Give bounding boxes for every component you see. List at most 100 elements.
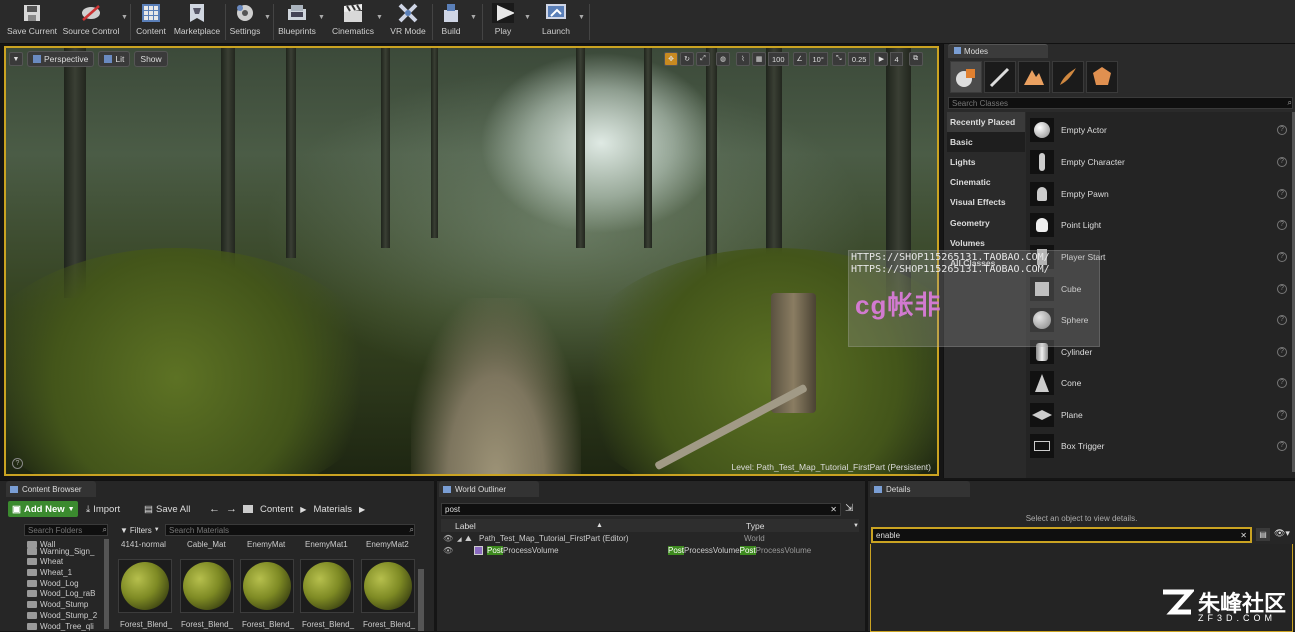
asset-thumbnail[interactable] [240,559,294,613]
help-icon[interactable]: ? [12,458,23,469]
blueprints-dropdown-icon[interactable]: ▼ [318,14,325,21]
folder-item[interactable]: Wheat [27,556,63,566]
perspective-button[interactable]: Perspective [27,51,95,67]
clear-search-icon[interactable]: ✕ [830,505,837,514]
place-item-cone[interactable]: Cone? [1027,367,1293,398]
asset-thumbnail[interactable] [300,559,354,613]
scale-snap-icon[interactable]: ⤡ [831,52,846,66]
expand-arrow-icon[interactable]: ◢ [457,536,462,543]
category-cinematic[interactable]: Cinematic [947,172,1025,192]
category-visual-effects[interactable]: Visual Effects [947,192,1025,212]
eye-view-options-icon[interactable]: 👁▾ [1274,528,1290,539]
place-item-point-light[interactable]: Point Light? [1027,209,1293,240]
folder-item[interactable]: Wood_Stump [27,599,88,609]
add-new-button[interactable]: ▣ Add New ▼ [8,501,78,517]
search-materials-input[interactable]: Search Materials ⌕ [165,524,415,536]
tab-details[interactable]: Details [870,481,970,497]
tab-content-browser[interactable]: Content Browser [6,481,96,497]
rotation-snap-icon[interactable]: ∠ [792,52,807,66]
rotation-snap-value[interactable]: 10° [808,52,828,66]
camera-speed-icon[interactable]: ▶ [874,52,889,66]
details-search-input[interactable]: enable ✕ [871,527,1252,543]
vr-mode-button[interactable]: VR Mode [388,2,428,42]
marketplace-button[interactable]: Marketplace [172,2,222,42]
asset-thumbnail[interactable] [361,559,415,613]
scale-icon[interactable]: ⤢ [696,52,710,66]
folder-scrollbar[interactable] [104,539,109,629]
play-button[interactable]: Play [486,2,520,42]
outliner-row-postprocess[interactable]: 👁 PostProcessVolume PostProcessVolumePos… [441,546,859,557]
folder-item[interactable]: Wood_Stump_2 [27,610,97,620]
geometry-mode-icon[interactable] [1086,61,1118,93]
help-icon[interactable]: ? [1277,156,1287,167]
save-current-button[interactable]: Save Current [6,2,58,42]
level-viewport[interactable]: ▼ Perspective Lit Show ✥ ↻ ⤢ ◍ ⌇ ▦ 100 ∠… [4,46,939,476]
place-item-plane[interactable]: Plane? [1027,399,1293,430]
search-folders-input[interactable]: Search Folders ⌕ [24,524,108,536]
translate-icon[interactable]: ✥ [664,52,678,66]
surface-snap-icon[interactable]: ⌇ [736,52,750,66]
back-arrow-icon[interactable]: ← [209,503,220,515]
rotate-icon[interactable]: ↻ [680,52,694,66]
visibility-eye-icon[interactable]: 👁 [443,534,453,543]
tab-world-outliner[interactable]: World Outliner [439,481,539,497]
settings-button[interactable]: Settings [228,2,262,42]
cinematics-dropdown-icon[interactable]: ▼ [376,14,383,21]
place-item-empty-pawn[interactable]: Empty Pawn? [1027,178,1293,209]
column-type[interactable]: Type [746,521,764,531]
blueprints-button[interactable]: Blueprints [276,2,318,42]
category-lights[interactable]: Lights [947,152,1025,172]
folder-item[interactable]: Warning_Sign_ [27,546,94,556]
category-basic[interactable]: Basic [947,132,1025,152]
grid-snap-icon[interactable]: ▦ [752,52,766,66]
build-button[interactable]: Build [435,2,467,42]
launch-dropdown-icon[interactable]: ▼ [578,14,585,21]
property-matrix-icon[interactable]: ▤ [1256,528,1270,541]
search-classes-input[interactable]: Search Classes ⌕ [948,97,1293,109]
source-control-dropdown-icon[interactable]: ▼ [121,14,128,21]
help-icon[interactable]: ? [1277,251,1287,262]
paint-mode-icon[interactable] [984,61,1016,93]
help-icon[interactable]: ? [1277,314,1287,325]
import-button[interactable]: ⤓ Import [86,501,120,517]
world-space-icon[interactable]: ◍ [716,52,730,66]
help-icon[interactable]: ? [1277,440,1287,451]
grid-snap-value[interactable]: 100 [768,52,789,66]
place-item-box-trigger[interactable]: Box Trigger? [1027,430,1293,461]
forward-arrow-icon[interactable]: → [226,503,237,515]
help-icon[interactable]: ? [1277,377,1287,388]
help-icon[interactable]: ? [1277,346,1287,357]
tab-modes[interactable]: Modes [948,44,1048,58]
folder-item[interactable]: Wheat_1 [27,567,72,577]
scale-snap-value[interactable]: 0.25 [847,52,871,66]
play-dropdown-icon[interactable]: ▼ [524,14,531,21]
build-dropdown-icon[interactable]: ▼ [470,14,477,21]
folder-item[interactable]: Wood_Tree_qli [27,621,94,631]
category-recently-placed[interactable]: Recently Placed [947,112,1025,132]
breadcrumb-content[interactable]: Content [260,504,293,515]
asset-thumbnail[interactable] [118,559,172,613]
foliage-mode-icon[interactable] [1052,61,1084,93]
viewport-options-icon[interactable]: ▼ [9,52,23,66]
maximize-viewport-icon[interactable]: ⧉ [908,52,923,66]
help-icon[interactable]: ? [1277,219,1287,230]
filters-button[interactable]: ▼ Filters ▼ [120,524,160,536]
breadcrumb-materials[interactable]: Materials [313,504,352,515]
lit-button[interactable]: Lit [98,51,131,67]
show-button[interactable]: Show [134,51,168,67]
view-options-icon[interactable]: ⇲ [845,503,853,514]
landscape-mode-icon[interactable] [1018,61,1050,93]
outliner-row-world[interactable]: 👁 ◢ ⛰ Path_Test_Map_Tutorial_FirstPart (… [441,534,859,545]
outliner-search-input[interactable]: post ✕ [441,503,841,516]
help-icon[interactable]: ? [1277,409,1287,420]
folder-item[interactable]: Wood_Log_raB [27,588,95,598]
settings-dropdown-icon[interactable]: ▼ [264,14,271,21]
column-label[interactable]: Label [455,521,476,531]
clear-search-icon[interactable]: ✕ [1240,531,1247,540]
camera-speed-value[interactable]: 4 [890,52,903,66]
source-control-button[interactable]: Source Control [62,2,120,42]
launch-button[interactable]: Launch [536,2,576,42]
place-item-empty-actor[interactable]: Empty Actor? [1027,114,1293,145]
asset-scrollbar[interactable] [418,569,424,631]
asset-thumbnail[interactable] [180,559,234,613]
